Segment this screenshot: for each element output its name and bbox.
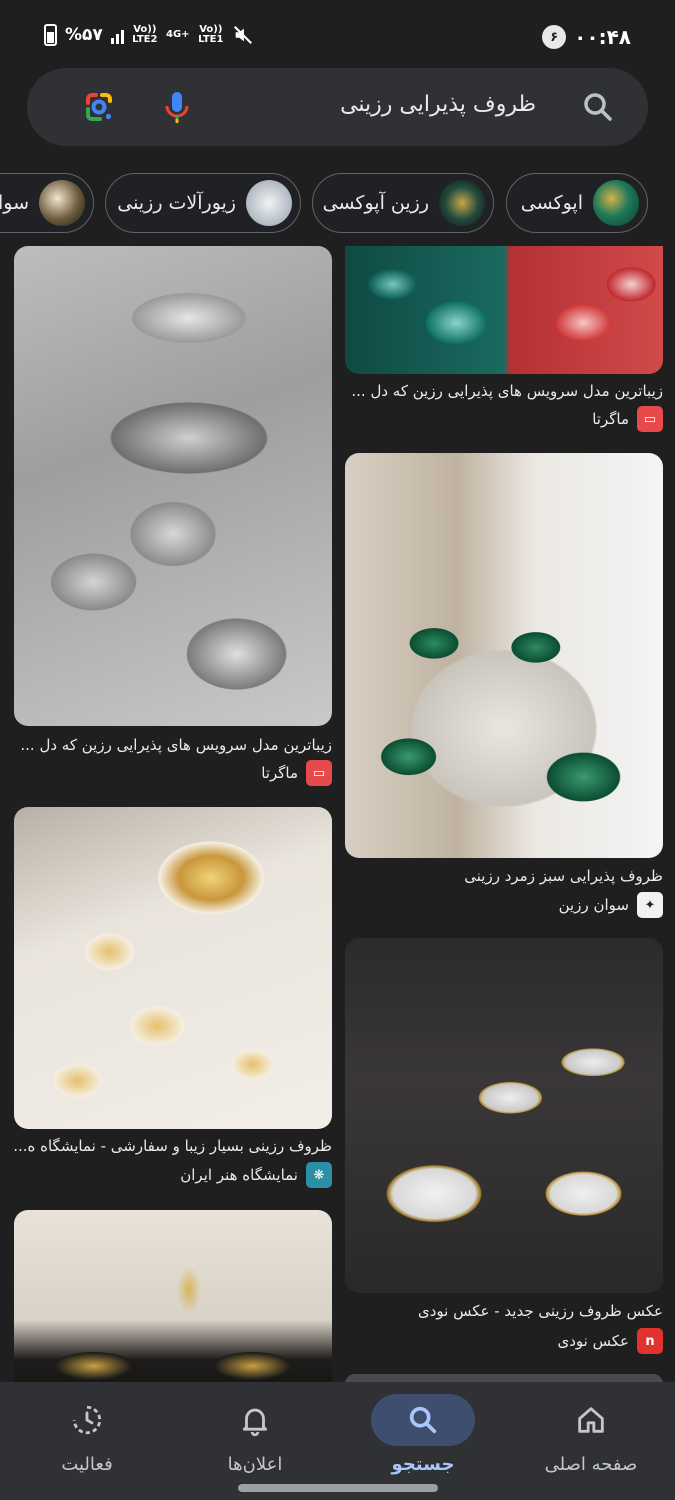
art-expo-favicon-icon: ❋ bbox=[306, 1162, 332, 1188]
result-source[interactable]: n عکس نودی bbox=[558, 1328, 663, 1354]
nav-home[interactable]: صفحه اصلی bbox=[507, 1382, 675, 1500]
nav-activity[interactable]: فعالیت bbox=[3, 1382, 171, 1500]
source-name: ماگرتا bbox=[261, 764, 298, 782]
voice-search-icon[interactable] bbox=[157, 87, 197, 127]
result-image[interactable] bbox=[345, 1374, 663, 1382]
result-image[interactable] bbox=[14, 246, 332, 726]
result-card[interactable]: ظروف پذیرایی سبز زمرد رزینی ✦ سوان رزین bbox=[345, 453, 663, 918]
search-bar[interactable]: ظروف پذیرایی رزینی bbox=[27, 68, 648, 146]
source-name: نمایشگاه هنر ایران bbox=[180, 1166, 298, 1184]
status-bar: %۵۷ Vo)) LTE2 4G+ Vo)) LTE1 ۶ ۰۰:۴۸ bbox=[0, 0, 675, 78]
result-title[interactable]: زیباترین مدل سرویس های پذیرایی رزین که د… bbox=[14, 736, 332, 754]
result-image[interactable] bbox=[345, 246, 663, 374]
search-icon bbox=[371, 1394, 475, 1446]
chip-savar[interactable]: سوار bbox=[0, 173, 94, 233]
result-source[interactable]: ▭ ماگرتا bbox=[261, 760, 332, 786]
nav-label: فعالیت bbox=[61, 1454, 113, 1475]
home-indicator[interactable] bbox=[238, 1484, 438, 1492]
result-image[interactable] bbox=[14, 807, 332, 1129]
nav-label: جستجو bbox=[391, 1454, 455, 1475]
result-card[interactable]: ظروف رزینی بسیار زیبا و سفارشی - نمایشگا… bbox=[14, 807, 332, 1192]
bottom-navigation: صفحه اصلی جستجو اعلان‌ها فعالیت bbox=[0, 1382, 675, 1500]
activity-history-icon bbox=[35, 1394, 139, 1446]
nav-label: صفحه اصلی bbox=[544, 1454, 638, 1475]
chip-label: اپوکسی bbox=[520, 192, 583, 214]
status-right: ۶ ۰۰:۴۸ bbox=[542, 25, 631, 49]
battery-level: %۵۷ bbox=[65, 25, 103, 45]
clock: ۰۰:۴۸ bbox=[574, 25, 631, 49]
sim2-label: Vo)) LTE1 bbox=[198, 24, 224, 45]
google-lens-icon[interactable] bbox=[79, 87, 119, 127]
chip-resin-jewelry[interactable]: زیورآلات رزینی bbox=[105, 173, 301, 233]
chip-label: سوار bbox=[0, 192, 29, 214]
magerta-favicon-icon: ▭ bbox=[637, 406, 663, 432]
battery-icon bbox=[44, 24, 57, 46]
chip-resin-epoxy[interactable]: رزین آپوکسی bbox=[312, 173, 494, 233]
notification-count-badge: ۶ bbox=[542, 25, 567, 49]
nav-notifications[interactable]: اعلان‌ها bbox=[171, 1382, 339, 1500]
result-image[interactable] bbox=[14, 1210, 332, 1382]
source-name: سوان رزین bbox=[558, 896, 629, 914]
result-title[interactable]: زیباترین مدل سرویس های پذیرایی رزین که د… bbox=[345, 382, 663, 400]
result-image[interactable] bbox=[345, 938, 663, 1293]
image-results-grid: زیباترین مدل سرویس های پذیرایی رزین که د… bbox=[0, 246, 675, 1382]
chip-label: رزین آپوکسی bbox=[322, 192, 429, 214]
chip-thumbnail bbox=[246, 180, 292, 226]
home-icon bbox=[539, 1394, 643, 1446]
bell-icon bbox=[203, 1394, 307, 1446]
search-icon[interactable] bbox=[578, 87, 618, 127]
result-card[interactable]: زیباترین مدل سرویس های پذیرایی رزین که د… bbox=[14, 246, 332, 791]
result-card[interactable]: زیباترین مدل سرویس های پذیرایی رزین که د… bbox=[345, 246, 663, 436]
result-title[interactable]: عکس ظروف رزینی جدید - عکس نودی bbox=[345, 1302, 663, 1320]
result-title[interactable]: ظروف پذیرایی سبز زمرد رزینی bbox=[345, 867, 663, 885]
status-left: %۵۷ Vo)) LTE2 4G+ Vo)) LTE1 bbox=[44, 24, 254, 46]
chip-epoxy[interactable]: اپوکسی bbox=[506, 173, 648, 233]
result-card[interactable] bbox=[14, 1210, 332, 1382]
result-card[interactable]: عکس ظروف رزینی جدید - عکس نودی n عکس نود… bbox=[345, 938, 663, 1358]
result-card[interactable] bbox=[345, 1374, 663, 1382]
sim1-label: Vo)) LTE2 bbox=[132, 24, 158, 45]
mute-icon bbox=[233, 26, 252, 44]
swan-resin-favicon-icon: ✦ bbox=[637, 892, 663, 918]
nav-search[interactable]: جستجو bbox=[339, 1382, 507, 1500]
nav-label: اعلان‌ها bbox=[227, 1454, 283, 1475]
result-image[interactable] bbox=[345, 453, 663, 858]
magerta-favicon-icon: ▭ bbox=[306, 760, 332, 786]
result-title[interactable]: ظروف رزینی بسیار زیبا و سفارشی - نمایشگا… bbox=[14, 1137, 332, 1155]
signal-icon bbox=[110, 26, 124, 44]
chip-thumbnail bbox=[593, 180, 639, 226]
nodi-favicon-icon: n bbox=[637, 1328, 663, 1354]
suggestion-chips: اپوکسی رزین آپوکسی زیورآلات رزینی سوار bbox=[0, 173, 675, 233]
chip-thumbnail bbox=[39, 180, 85, 226]
network-type: 4G+ bbox=[166, 29, 190, 40]
result-source[interactable]: ▭ ماگرتا bbox=[592, 406, 663, 432]
source-name: ماگرتا bbox=[592, 410, 629, 428]
search-input[interactable]: ظروف پذیرایی رزینی bbox=[340, 92, 536, 117]
source-name: عکس نودی bbox=[557, 1332, 629, 1350]
chip-label: زیورآلات رزینی bbox=[117, 192, 236, 214]
chip-thumbnail bbox=[439, 180, 485, 226]
result-source[interactable]: ❋ نمایشگاه هنر ایران bbox=[180, 1162, 332, 1188]
result-source[interactable]: ✦ سوان رزین bbox=[559, 892, 663, 918]
